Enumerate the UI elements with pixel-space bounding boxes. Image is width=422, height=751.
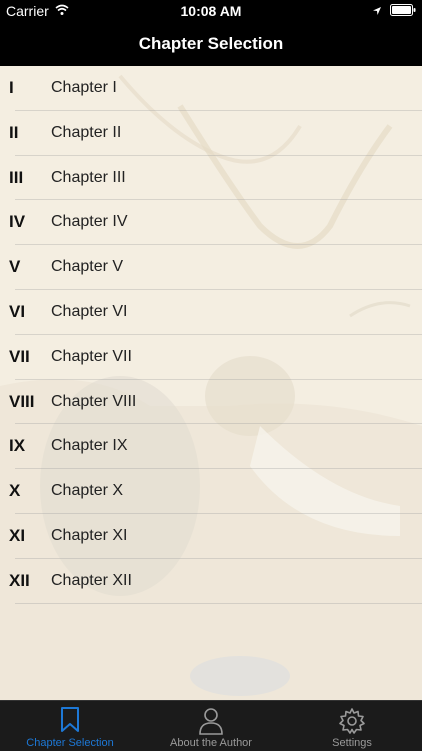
chapter-row-3[interactable]: III Chapter III — [0, 156, 422, 201]
status-time: 10:08 AM — [180, 3, 242, 19]
tab-label: Chapter Selection — [26, 737, 114, 749]
page-title: Chapter Selection — [138, 34, 284, 53]
chapter-list: I Chapter I II Chapter II III Chapter III I… — [0, 66, 422, 604]
chapter-row-8[interactable]: VIII Chapter VIII — [0, 380, 422, 425]
chapter-numeral: III — [9, 167, 24, 187]
chapter-numeral: V — [9, 257, 21, 277]
chapter-label: Chapter X — [51, 482, 124, 500]
chapter-label: Chapter I — [51, 79, 117, 96]
chapter-numeral: VIII — [9, 391, 35, 411]
chapter-label: Chapter XI — [51, 526, 128, 544]
chapter-row-1[interactable]: I Chapter I — [0, 66, 422, 111]
person-icon — [198, 707, 224, 740]
chapter-label: Chapter V — [51, 258, 124, 276]
navigation-bar: Chapter Selection — [0, 22, 422, 66]
chapter-numeral: X — [9, 481, 21, 501]
chapter-label: Chapter II — [51, 123, 122, 141]
chapter-row-4[interactable]: IV Chapter IV — [0, 200, 422, 245]
tab-chapter-selection[interactable]: Chapter Selection — [0, 701, 140, 751]
chapter-label: Chapter III — [51, 168, 126, 186]
chapter-row-12[interactable]: XII Chapter XII — [0, 559, 422, 604]
chapter-numeral: II — [9, 122, 19, 142]
status-bar: Carrier 10:08 AM — [0, 0, 422, 22]
chapter-label: Chapter VI — [51, 302, 128, 320]
chapter-numeral: VII — [9, 346, 30, 366]
chapter-row-7[interactable]: VII Chapter VII — [0, 335, 422, 380]
chapter-label: Chapter VIII — [51, 392, 137, 410]
tab-bar: Chapter Selection About the Author Setti… — [0, 700, 422, 751]
chapter-numeral: IX — [9, 436, 26, 456]
chapter-numeral: XII — [9, 570, 30, 590]
location-arrow-icon — [372, 3, 382, 19]
tab-about-the-author[interactable]: About the Author — [141, 701, 281, 751]
chapter-row-10[interactable]: X Chapter X — [0, 469, 422, 514]
chapter-row-6[interactable]: VI Chapter VI — [0, 290, 422, 335]
status-right-group — [372, 3, 416, 19]
chapter-label: Chapter VII — [51, 347, 132, 365]
chapter-numeral: IV — [9, 212, 26, 232]
tab-settings[interactable]: Settings — [282, 701, 422, 751]
chapter-label: Chapter IV — [51, 213, 128, 231]
chapter-numeral: I — [9, 78, 14, 97]
chapter-row-9[interactable]: IX Chapter IX — [0, 424, 422, 469]
tab-label: Settings — [332, 737, 372, 749]
tab-label: About the Author — [170, 737, 252, 749]
bookmark-icon — [60, 707, 80, 738]
chapter-row-2[interactable]: II Chapter II — [0, 111, 422, 156]
chapter-label: Chapter IX — [51, 437, 128, 455]
chapter-row-5[interactable]: V Chapter V — [0, 245, 422, 290]
chapter-numeral: VI — [9, 301, 26, 321]
battery-icon — [390, 3, 416, 19]
chapter-numeral: XI — [9, 525, 26, 545]
gear-icon — [338, 707, 366, 740]
chapter-row-11[interactable]: XI Chapter XI — [0, 514, 422, 559]
chapter-label: Chapter XII — [51, 571, 132, 589]
